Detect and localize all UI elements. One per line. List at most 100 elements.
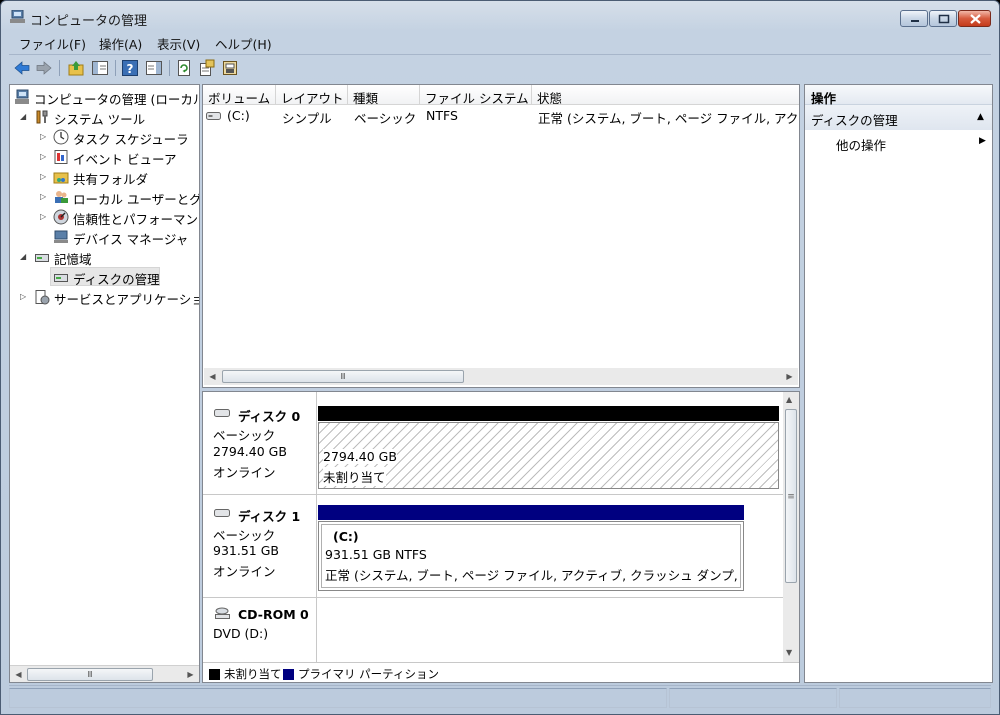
scrollbar-thumb[interactable]: Ⅲ (27, 668, 153, 681)
maximize-button[interactable] (929, 10, 957, 27)
services-icon (35, 290, 50, 305)
column-header-status[interactable]: 状態 (532, 85, 799, 106)
actions-section-disk-management[interactable]: ディスクの管理 ▲ (805, 105, 992, 130)
tree-label: タスク スケジューラ (73, 132, 189, 147)
disk-type: DVD (D:) (213, 626, 269, 641)
disk-size: 2794.40 GB (213, 444, 287, 459)
tree-root-computer-management[interactable]: コンピュータの管理 (ローカル) (10, 88, 199, 107)
tools-icon (36, 110, 48, 124)
maximize-icon (938, 14, 950, 24)
menu-action[interactable]: 操作(A) (99, 34, 142, 53)
tree-item-reliability-performance[interactable]: ▷ 信頼性とパフォーマンス (10, 208, 199, 227)
scroll-right-icon[interactable]: ▶ (781, 368, 798, 385)
up-folder-icon[interactable] (67, 59, 85, 77)
window-title: コンピュータの管理 (30, 14, 148, 29)
disk-settings-icon[interactable] (221, 59, 239, 77)
tree-item-task-scheduler[interactable]: ▷ タスク スケジューラ (10, 128, 199, 147)
title-bar[interactable]: コンピュータの管理 (1, 1, 999, 31)
partition-name: (C:) (333, 529, 359, 544)
tree-item-services-applications[interactable]: ▷ サービスとアプリケーション (10, 288, 199, 307)
column-header-layout[interactable]: レイアウト (276, 85, 348, 106)
legend-unallocated-swatch (209, 669, 220, 680)
menu-bar: ファイル(F) 操作(A) 表示(V) ヘルプ(H) (9, 31, 991, 53)
minimize-button[interactable] (900, 10, 928, 27)
scrollbar-thumb[interactable]: Ⅲ (222, 370, 464, 383)
clock-icon (53, 129, 69, 145)
legend-primary-label: プライマリ パーティション (298, 667, 439, 681)
collapsed-arrow-icon[interactable]: ▷ (40, 193, 48, 201)
event-viewer-icon (54, 150, 68, 164)
disk-drive-icon (54, 274, 68, 282)
tree-label: イベント ビューア (73, 152, 177, 167)
back-arrow-icon[interactable] (13, 59, 31, 77)
partition-c[interactable]: (C:) 931.51 GB NTFS 正常 (システム, ブート, ページ フ… (318, 521, 744, 591)
column-header-type[interactable]: 種類 (348, 85, 420, 106)
partition-size: 2794.40 GB (323, 449, 397, 464)
close-button[interactable] (958, 10, 991, 27)
expanded-arrow-icon[interactable]: ◢ (20, 113, 28, 121)
scrollbar-thumb[interactable]: ≡ (785, 409, 797, 583)
cdrom-0-label[interactable]: CD-ROM 0 DVD (D:) (204, 598, 314, 660)
disk-state: オンライン (213, 564, 276, 579)
action-more-actions[interactable]: 他の操作 ▶ (805, 131, 992, 153)
tree-label: 記憶域 (54, 252, 92, 267)
menu-help[interactable]: ヘルプ(H) (215, 34, 272, 53)
menu-view[interactable]: 表示(V) (157, 34, 200, 53)
cell-layout: シンプル (282, 111, 332, 126)
submenu-arrow-icon: ▶ (979, 136, 986, 146)
disk-vertical-scrollbar[interactable]: ▲ ≡ ▼ (783, 392, 799, 662)
cell-volume: (C:) (227, 108, 250, 123)
tree-horizontal-scrollbar[interactable]: ◀ Ⅲ ▶ (10, 665, 199, 682)
column-header-file-system[interactable]: ファイル システム (420, 85, 532, 106)
disk-type: ベーシック (213, 528, 276, 543)
scroll-left-icon[interactable]: ◀ (10, 666, 27, 682)
status-cell-2 (669, 688, 837, 708)
collapsed-arrow-icon[interactable]: ▷ (20, 293, 28, 301)
disk-name: CD-ROM 0 (238, 607, 309, 622)
cd-drive-icon (215, 607, 230, 619)
column-header-volume[interactable]: ボリューム (203, 85, 276, 106)
toolbar: ? (9, 54, 991, 80)
help-icon[interactable]: ? (121, 59, 139, 77)
tree-item-disk-management[interactable]: ディスクの管理 (50, 267, 160, 287)
storage-icon (35, 254, 49, 262)
partition-size: 931.51 GB NTFS (325, 547, 427, 562)
disk-name: ディスク 1 (238, 509, 301, 524)
properties-icon[interactable] (198, 59, 216, 77)
table-row[interactable]: (C:) シンプル ベーシック NTFS 正常 (システム, ブート, ページ … (203, 105, 799, 126)
tree-item-local-users[interactable]: ▷ ローカル ユーザーとグループ (10, 188, 199, 207)
collapsed-arrow-icon[interactable]: ▷ (40, 173, 48, 181)
volume-horizontal-scrollbar[interactable]: ◀ Ⅲ ▶ (204, 368, 798, 385)
scroll-up-icon[interactable]: ▲ (786, 395, 792, 404)
console-tree-pane: コンピュータの管理 (ローカル) ◢ システム ツール ▷ タスク スケジューラ… (9, 84, 200, 683)
collapsed-arrow-icon[interactable]: ▷ (40, 133, 48, 141)
cell-type: ベーシック (354, 111, 417, 126)
collapse-up-icon[interactable]: ▲ (977, 112, 984, 122)
disk-drive-icon (214, 509, 230, 517)
collapsed-arrow-icon[interactable]: ▷ (40, 153, 48, 161)
computer-management-icon (10, 10, 25, 23)
collapsed-arrow-icon[interactable]: ▷ (40, 213, 48, 221)
scroll-left-icon[interactable]: ◀ (204, 368, 221, 385)
tree-item-shared-folders[interactable]: ▷ 共有フォルダ (10, 168, 199, 187)
action-label: 他の操作 (836, 138, 887, 153)
forward-arrow-icon[interactable] (35, 59, 53, 77)
refresh-icon[interactable] (175, 59, 193, 77)
partition-unallocated[interactable]: 2794.40 GB 未割り当て (318, 422, 779, 489)
menu-file[interactable]: ファイル(F) (19, 34, 86, 53)
tree-item-device-manager[interactable]: デバイス マネージャ (10, 228, 199, 247)
tree-item-system-tools[interactable]: ◢ システム ツール (10, 108, 199, 127)
partition-label: 未割り当て (323, 467, 386, 486)
tree-item-storage[interactable]: ◢ 記憶域 (10, 248, 199, 267)
tree-label: システム ツール (54, 112, 146, 127)
show-hide-action-pane-icon[interactable] (145, 59, 163, 77)
tree-item-event-viewer[interactable]: ▷ イベント ビューア (10, 148, 199, 167)
actions-section-label: ディスクの管理 (811, 113, 898, 128)
show-hide-tree-icon[interactable] (91, 59, 109, 77)
disk-1-label[interactable]: ディスク 1 ベーシック 931.51 GB オンライン (204, 496, 314, 594)
scroll-down-icon[interactable]: ▼ (786, 648, 792, 657)
scroll-right-icon[interactable]: ▶ (182, 666, 199, 682)
legend-primary-swatch (283, 669, 294, 680)
expanded-arrow-icon[interactable]: ◢ (20, 253, 28, 261)
disk-0-label[interactable]: ディスク 0 ベーシック 2794.40 GB オンライン (204, 392, 314, 494)
